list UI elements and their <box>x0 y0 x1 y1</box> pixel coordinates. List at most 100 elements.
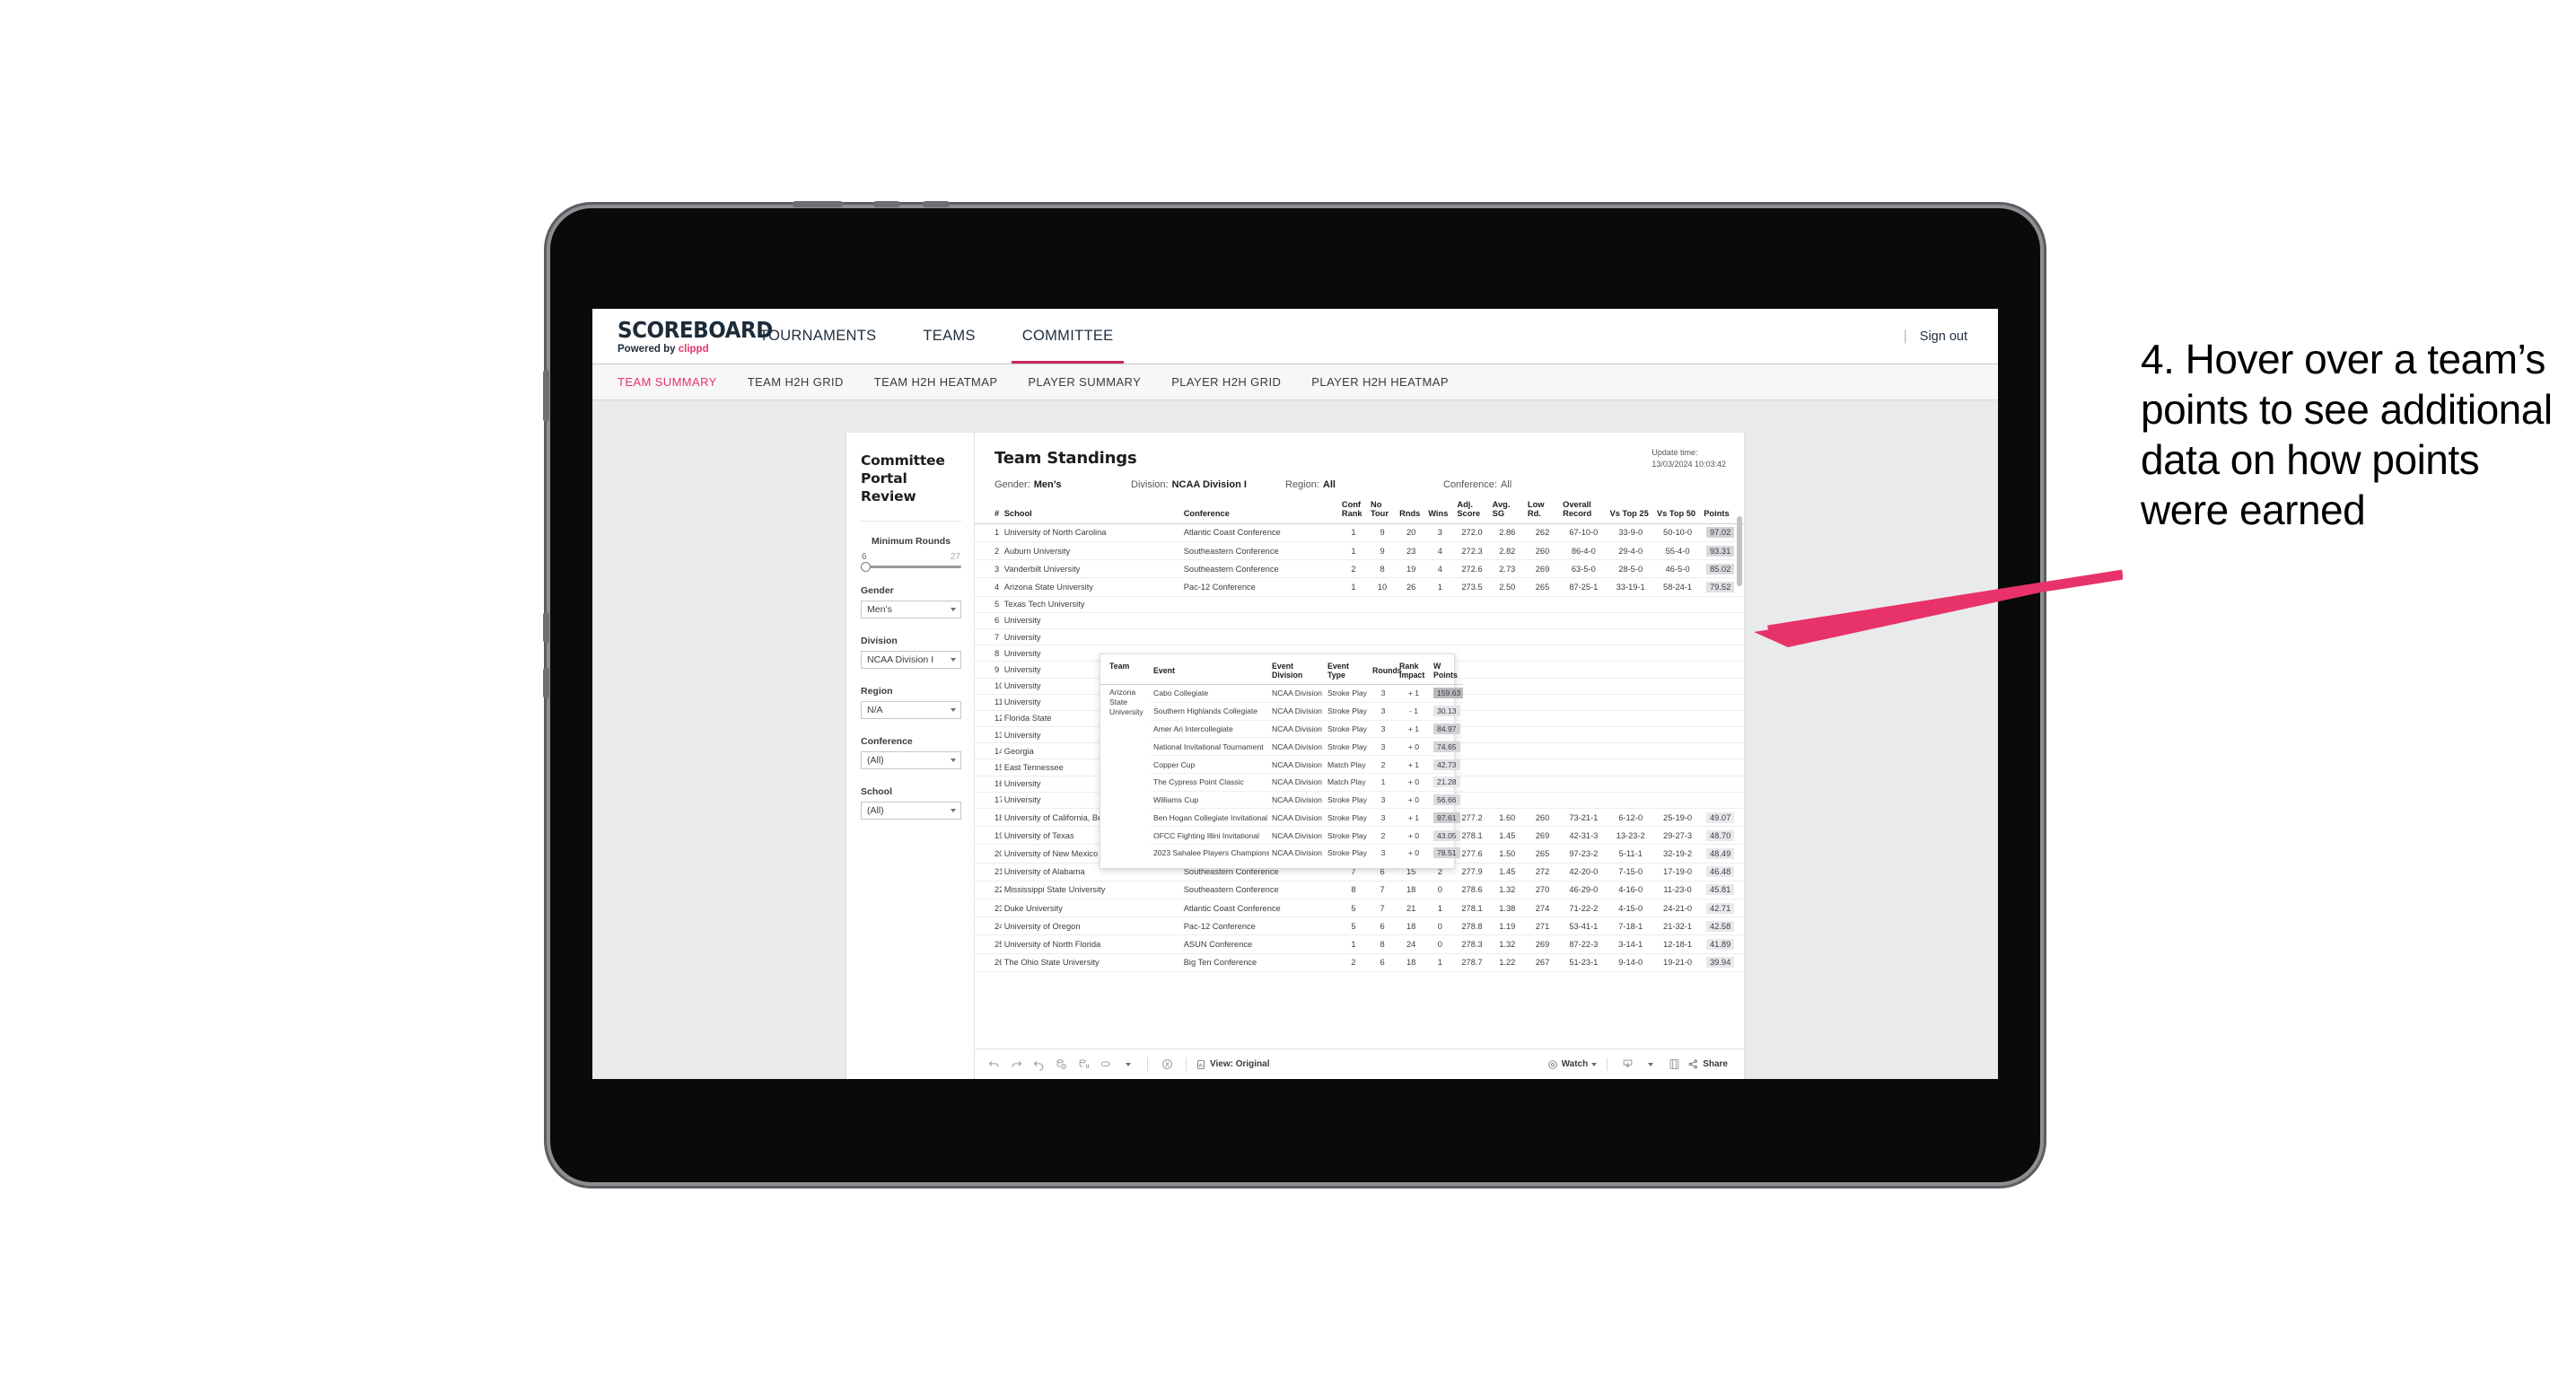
primary-nav: TOURNAMENTS TEAMS COMMITTEE <box>736 309 1136 364</box>
row-points[interactable]: 48.70 <box>1701 826 1744 846</box>
revert-icon[interactable] <box>1029 1055 1048 1075</box>
view-selector[interactable]: View: Original <box>1196 1059 1270 1070</box>
points-value[interactable]: 97.02 <box>1705 527 1735 539</box>
points-value[interactable]: 79.52 <box>1705 581 1735 592</box>
gender-select[interactable]: Men’s <box>861 601 961 619</box>
row-rnds: 24 <box>1397 934 1426 954</box>
minimum-rounds-slider[interactable] <box>861 562 961 573</box>
row-points[interactable] <box>1701 694 1744 711</box>
row-points[interactable]: 46.48 <box>1701 863 1744 882</box>
points-value[interactable]: 42.71 <box>1705 902 1735 914</box>
col-overall[interactable]: Overall Record <box>1560 500 1608 524</box>
row-points[interactable] <box>1701 661 1744 679</box>
col-rank[interactable]: # <box>975 500 1002 524</box>
subnav-item-team-h2h-heatmap[interactable]: TEAM H2H HEATMAP <box>874 375 998 389</box>
table-row[interactable]: 2 Auburn University Southeastern Conferenc… <box>975 541 1744 561</box>
table-row[interactable]: 3 Vanderbilt University Southeastern Confe… <box>975 559 1744 579</box>
col-low-rd[interactable]: Low Rd. <box>1524 500 1561 524</box>
tooltip-w-points: 84.97 <box>1431 720 1463 739</box>
col-vs-top-50[interactable]: Vs Top 50 <box>1653 500 1702 524</box>
col-no-tour[interactable]: No Tour <box>1367 500 1398 524</box>
row-points[interactable]: 42.58 <box>1701 917 1744 936</box>
points-value[interactable]: 39.94 <box>1705 957 1735 969</box>
col-conf-rank[interactable]: Conf Rank <box>1338 500 1368 524</box>
row-points[interactable] <box>1701 645 1744 662</box>
row-points[interactable] <box>1701 710 1744 728</box>
table-row[interactable]: 1 University of North Carolina Atlantic Co… <box>975 523 1744 543</box>
col-school[interactable]: School <box>1001 500 1181 524</box>
pause-icon[interactable] <box>1073 1055 1093 1075</box>
points-value[interactable]: 42.58 <box>1705 920 1735 932</box>
row-points[interactable] <box>1701 742 1744 760</box>
table-row[interactable]: 5 Texas Tech University <box>975 596 1744 613</box>
row-points[interactable]: 39.94 <box>1701 953 1744 972</box>
row-points[interactable]: 49.07 <box>1701 808 1744 828</box>
col-conference[interactable]: Conference <box>1180 500 1339 524</box>
table-scrollbar[interactable] <box>1737 516 1742 586</box>
nav-item-committee[interactable]: COMMITTEE <box>999 309 1137 364</box>
swap-icon[interactable] <box>1096 1055 1116 1075</box>
points-value[interactable]: 46.48 <box>1705 866 1735 878</box>
row-low-rd <box>1524 645 1561 662</box>
row-points[interactable] <box>1701 678 1744 695</box>
points-value[interactable]: 85.02 <box>1705 563 1735 575</box>
col-wins[interactable]: Wins <box>1425 500 1455 524</box>
table-row[interactable]: 25University of North FloridaASUN Confer… <box>975 934 1744 954</box>
refresh-icon[interactable] <box>1051 1055 1071 1075</box>
subnav-item-team-h2h-grid[interactable]: TEAM H2H GRID <box>748 375 844 389</box>
row-points[interactable]: 42.71 <box>1701 899 1744 918</box>
table-row[interactable]: 4 Arizona State University Pac-12 Conferen… <box>975 577 1744 597</box>
row-points[interactable] <box>1701 628 1744 646</box>
table-row[interactable]: 22Mississippi State UniversitySoutheaste… <box>975 881 1744 899</box>
col-vs-top-25[interactable]: Vs Top 25 <box>1607 500 1654 524</box>
table-row[interactable]: 24University of OregonPac-12 Conference5… <box>975 917 1744 936</box>
highlight-icon[interactable] <box>1157 1055 1177 1075</box>
chevron-down-icon[interactable] <box>1118 1055 1138 1075</box>
row-low-rd <box>1524 628 1561 646</box>
points-value[interactable]: 45.81 <box>1705 884 1735 896</box>
share-button[interactable]: Share <box>1687 1058 1728 1070</box>
row-points[interactable]: 45.81 <box>1701 881 1744 899</box>
points-value[interactable]: 48.49 <box>1705 847 1735 859</box>
col-adj-score[interactable]: Adj. Score <box>1454 500 1490 524</box>
points-value[interactable]: 49.07 <box>1705 811 1735 823</box>
app-logo[interactable]: SCOREBOARD Powered by clippd <box>592 309 773 364</box>
nav-item-teams[interactable]: TEAMS <box>899 309 998 364</box>
row-points[interactable] <box>1701 726 1744 744</box>
points-value[interactable]: 48.70 <box>1705 829 1735 841</box>
row-points[interactable]: 41.89 <box>1701 934 1744 954</box>
download-icon[interactable] <box>1617 1055 1637 1075</box>
col-avg-sg[interactable]: Avg. SG <box>1489 500 1525 524</box>
subnav-item-player-summary[interactable]: PLAYER SUMMARY <box>1028 375 1141 389</box>
watch-button[interactable]: Watch <box>1547 1059 1598 1070</box>
conference-select[interactable]: (All) <box>861 751 961 770</box>
division-select[interactable]: NCAA Division I <box>861 651 961 670</box>
row-points[interactable] <box>1701 612 1744 629</box>
slider-thumb[interactable] <box>861 562 871 573</box>
table-row[interactable]: 6 University <box>975 612 1744 629</box>
school-select[interactable]: (All) <box>861 802 961 820</box>
chevron-down-icon[interactable] <box>1641 1055 1660 1075</box>
fullscreen-icon[interactable] <box>1664 1055 1684 1075</box>
col-rnds[interactable]: Rnds <box>1397 500 1426 524</box>
row-rnds: 26 <box>1397 577 1426 597</box>
table-row[interactable]: 23Duke UniversityAtlantic Coast Conferen… <box>975 899 1744 918</box>
table-row[interactable]: 7 University <box>975 628 1744 646</box>
subnav-item-player-h2h-grid[interactable]: PLAYER H2H GRID <box>1171 375 1281 389</box>
row-school: University <box>1001 612 1181 629</box>
region-select[interactable]: N/A <box>861 701 961 720</box>
row-points[interactable] <box>1701 776 1744 793</box>
undo-icon[interactable] <box>984 1055 1003 1075</box>
subnav-item-player-h2h-heatmap[interactable]: PLAYER H2H HEATMAP <box>1311 375 1449 389</box>
row-points[interactable]: 48.49 <box>1701 844 1744 864</box>
redo-icon[interactable] <box>1006 1055 1026 1075</box>
points-value[interactable]: 41.89 <box>1705 938 1735 950</box>
nav-item-tournaments[interactable]: TOURNAMENTS <box>736 309 899 364</box>
points-value[interactable]: 93.31 <box>1705 545 1735 557</box>
table-row[interactable]: 26The Ohio State UniversityBig Ten Confe… <box>975 953 1744 972</box>
row-points[interactable] <box>1701 759 1744 776</box>
row-points[interactable] <box>1701 792 1744 810</box>
signout-link[interactable]: Sign out <box>1920 329 1967 344</box>
row-points[interactable] <box>1701 596 1744 613</box>
subnav-item-team-summary[interactable]: TEAM SUMMARY <box>618 375 717 389</box>
